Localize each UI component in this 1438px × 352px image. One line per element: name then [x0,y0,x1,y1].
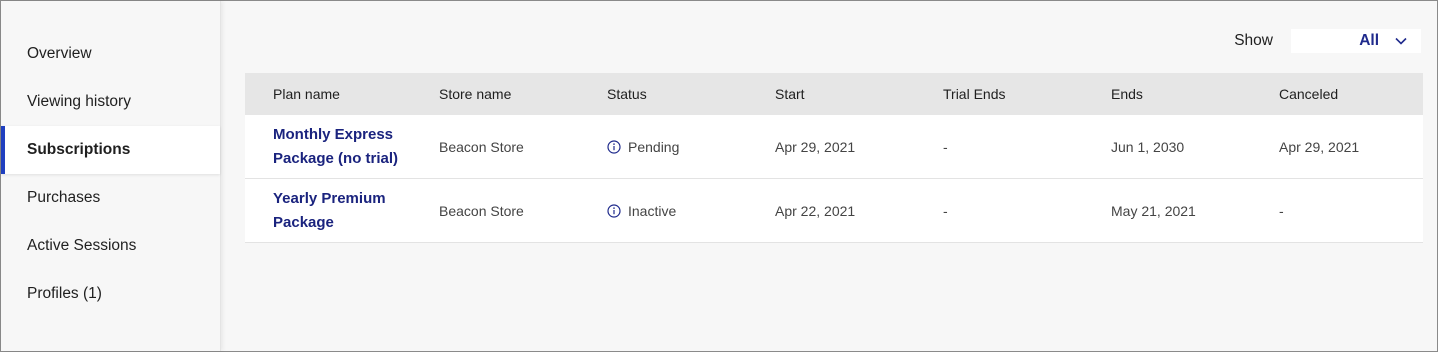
store-name-cell: Beacon Store [439,202,524,219]
app-window: Overview Viewing history Subscriptions P… [0,0,1438,352]
sidebar-item-label: Overview [27,45,92,62]
info-icon [607,203,621,218]
show-filter: Show All [1234,29,1421,53]
plan-name-link[interactable]: Yearly Premium Package [273,187,411,235]
ends-cell: May 21, 2021 [1111,202,1196,219]
column-header-canceled: Canceled [1279,86,1339,102]
canceled-cell: Apr 29, 2021 [1279,138,1360,155]
info-icon [607,139,621,154]
store-name-cell: Beacon Store [439,138,524,155]
show-label: Show [1234,32,1273,49]
start-cell: Apr 22, 2021 [775,202,856,219]
table-row: Yearly Premium Package Beacon Store Inac… [245,179,1423,243]
plan-name-cell: Yearly Premium Package [245,187,411,235]
chevron-down-icon [1395,37,1407,45]
trial-ends-cell: - [943,138,948,155]
table-row: Monthly Express Package (no trial) Beaco… [245,115,1423,179]
status-text: Inactive [628,202,677,219]
table-header: Plan name Store name Status Start Trial … [245,73,1423,115]
sidebar-item-active-sessions[interactable]: Active Sessions [1,222,220,270]
column-header-status: Status [607,86,647,102]
plan-name-link[interactable]: Monthly Express Package (no trial) [273,123,411,171]
column-header-store-name: Store name [439,86,512,102]
show-select-value: All [1359,32,1379,49]
sidebar: Overview Viewing history Subscriptions P… [1,1,221,351]
trial-ends-cell: - [943,202,948,219]
status-cell: Inactive [579,203,747,219]
sidebar-item-label: Profiles (1) [27,285,102,302]
status-text: Pending [628,138,680,155]
sidebar-item-label: Viewing history [27,93,131,110]
plan-name-cell: Monthly Express Package (no trial) [245,123,411,171]
sidebar-item-subscriptions[interactable]: Subscriptions [1,126,220,174]
ends-cell: Jun 1, 2030 [1111,138,1185,155]
show-select[interactable]: All [1291,29,1421,53]
start-cell: Apr 29, 2021 [775,138,856,155]
status-cell: Pending [579,139,747,155]
sidebar-item-overview[interactable]: Overview [1,30,220,78]
column-header-plan-name: Plan name [273,86,340,102]
plan-name-line: Package [273,213,334,231]
column-header-ends: Ends [1111,86,1143,102]
main-content: Show All Plan name Store name Status Sta… [221,1,1437,351]
sidebar-item-label: Purchases [27,189,101,206]
subscriptions-table: Plan name Store name Status Start Trial … [245,73,1423,243]
plan-name-line: Monthly Express [273,125,394,143]
column-header-start: Start [775,86,805,102]
sidebar-item-profiles[interactable]: Profiles (1) [1,270,220,318]
canceled-cell: - [1279,202,1284,219]
sidebar-item-label: Active Sessions [27,237,137,254]
plan-name-line: Package (no trial) [273,149,399,167]
sidebar-item-viewing-history[interactable]: Viewing history [1,78,220,126]
column-header-trial-ends: Trial Ends [943,86,1006,102]
plan-name-line: Yearly Premium [273,189,386,207]
sidebar-item-purchases[interactable]: Purchases [1,174,220,222]
sidebar-item-label: Subscriptions [27,141,131,158]
